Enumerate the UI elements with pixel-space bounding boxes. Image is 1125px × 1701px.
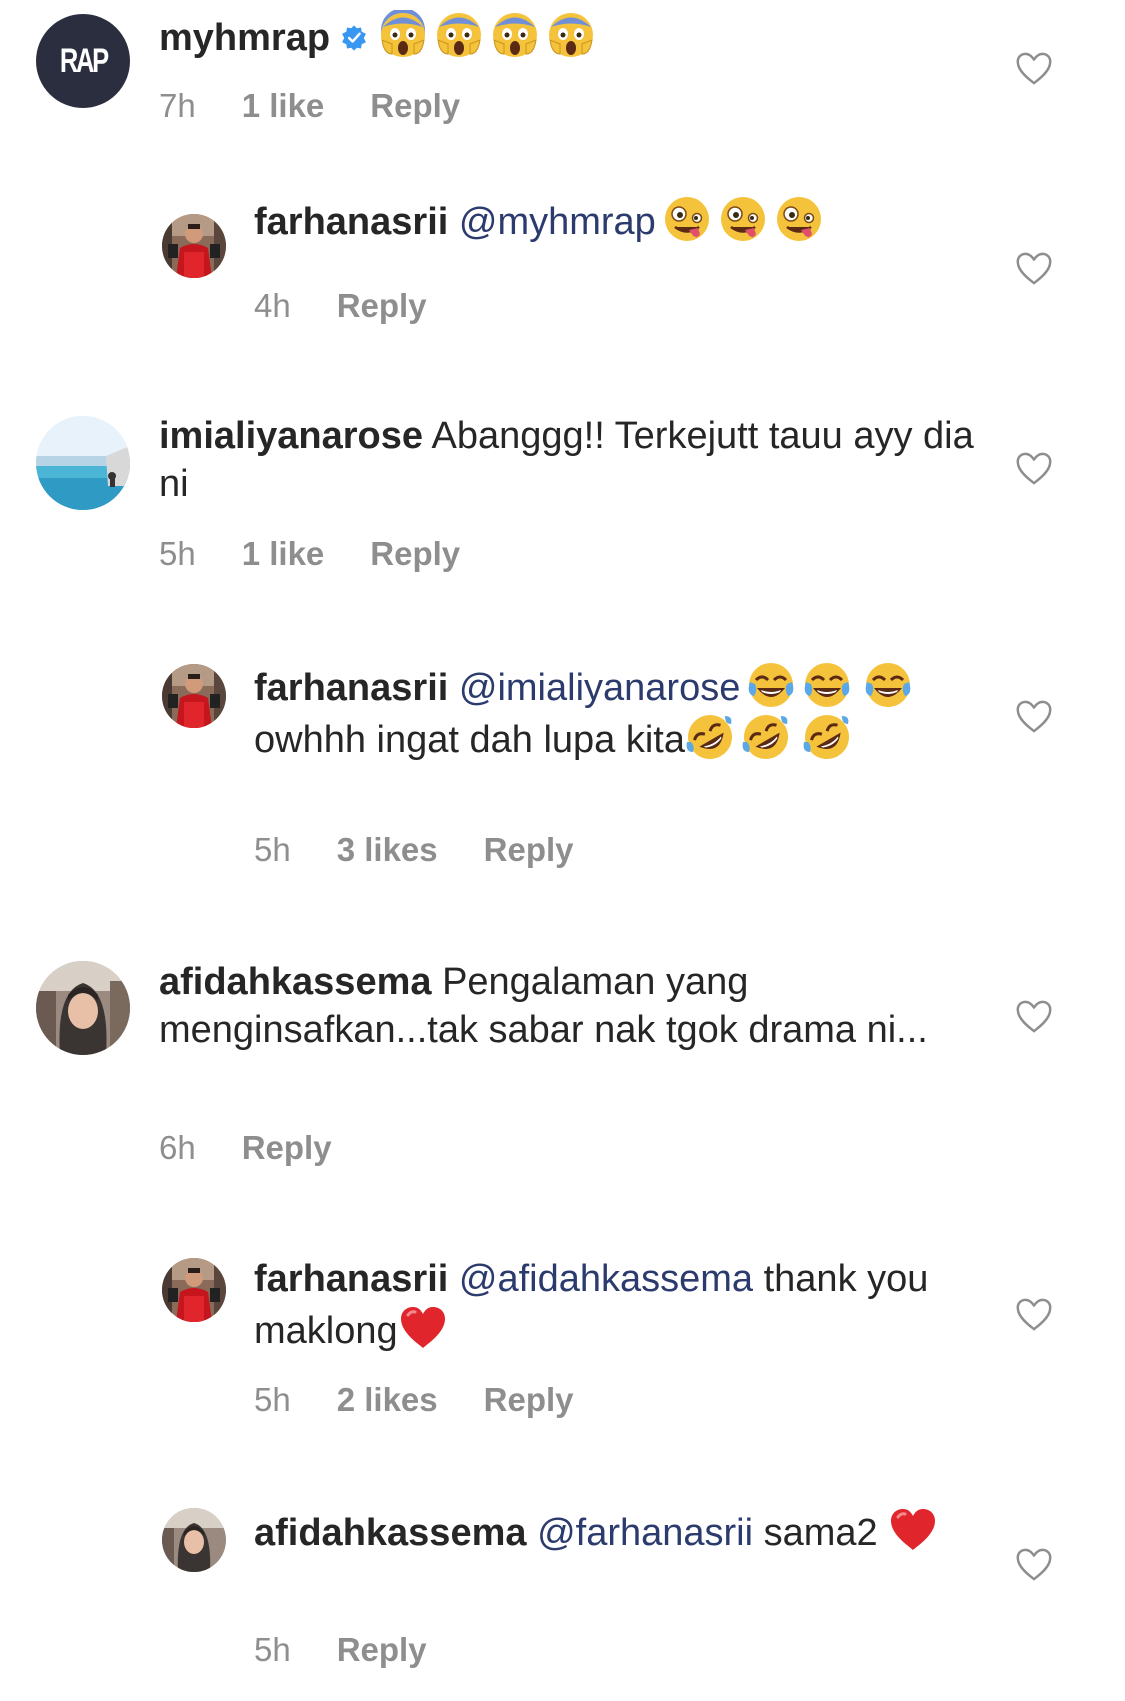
comment-text: owhhh ingat dah lupa kita bbox=[254, 719, 685, 761]
avatar[interactable] bbox=[162, 664, 226, 728]
timestamp: 5h bbox=[254, 831, 291, 868]
zany-face-emoji bbox=[718, 194, 768, 244]
scream-emoji bbox=[378, 10, 428, 60]
avatar-logo-text: RAP bbox=[59, 41, 108, 80]
reply-button[interactable]: Reply bbox=[484, 830, 574, 870]
rofl-emoji bbox=[802, 712, 852, 762]
username[interactable]: afidahkassema bbox=[159, 961, 432, 1003]
timestamp: 5h bbox=[159, 535, 196, 572]
timestamp: 4h bbox=[254, 287, 291, 324]
comment-text: sama2 bbox=[763, 1512, 878, 1554]
comment-body: farhanasrii @myhmrap bbox=[254, 194, 974, 246]
like-heart-icon[interactable] bbox=[1015, 52, 1053, 86]
like-heart-icon[interactable] bbox=[1015, 700, 1053, 734]
comment-meta: 5h 2 likes Reply bbox=[254, 1380, 620, 1420]
comment-body: afidahkassema @farhanasrii sama2 bbox=[254, 1505, 974, 1557]
scream-emoji bbox=[546, 10, 596, 60]
likes-count[interactable]: 2 likes bbox=[337, 1380, 438, 1420]
like-heart-icon[interactable] bbox=[1015, 252, 1053, 286]
comment-body: farhanasrii @afidahkassema thank you mak… bbox=[254, 1255, 974, 1355]
timestamp: 5h bbox=[254, 1381, 291, 1418]
comment-meta: 5h 3 likes Reply bbox=[254, 830, 620, 870]
reply-button[interactable]: Reply bbox=[484, 1380, 574, 1420]
avatar[interactable] bbox=[36, 961, 130, 1055]
mention-link[interactable]: @afidahkassema bbox=[459, 1258, 753, 1300]
reply-button[interactable]: Reply bbox=[337, 286, 427, 326]
likes-count[interactable]: 1 like bbox=[242, 534, 325, 574]
rofl-emoji bbox=[741, 712, 791, 762]
verified-badge-icon bbox=[340, 16, 368, 51]
username[interactable]: myhmrap bbox=[159, 17, 330, 59]
like-heart-icon[interactable] bbox=[1015, 452, 1053, 486]
comment-body: imialiyanarose Abanggg!! Terkejutt tauu … bbox=[159, 412, 979, 508]
scream-emoji bbox=[490, 10, 540, 60]
comment-meta: 5h 1 like Reply bbox=[159, 534, 506, 574]
scream-emoji bbox=[434, 10, 484, 60]
mention-link[interactable]: @myhmrap bbox=[459, 201, 656, 243]
username[interactable]: imialiyanarose bbox=[159, 415, 423, 457]
like-heart-icon[interactable] bbox=[1015, 1298, 1053, 1332]
likes-count[interactable]: 1 like bbox=[242, 86, 325, 126]
avatar[interactable] bbox=[162, 214, 226, 278]
joy-emoji bbox=[746, 660, 796, 710]
avatar[interactable] bbox=[36, 416, 130, 510]
red-heart-emoji bbox=[398, 1303, 448, 1353]
avatar[interactable] bbox=[162, 1258, 226, 1322]
comment-meta: 6h Reply bbox=[159, 1128, 378, 1168]
rofl-emoji bbox=[685, 712, 735, 762]
comment-meta: 4h Reply bbox=[254, 286, 473, 326]
reply-button[interactable]: Reply bbox=[370, 86, 460, 126]
timestamp: 6h bbox=[159, 1129, 196, 1166]
joy-emoji bbox=[802, 660, 852, 710]
username[interactable]: afidahkassema bbox=[254, 1512, 527, 1554]
timestamp: 5h bbox=[254, 1631, 291, 1668]
timestamp: 7h bbox=[159, 87, 196, 124]
reply-button[interactable]: Reply bbox=[242, 1128, 332, 1168]
red-heart-emoji bbox=[888, 1505, 938, 1555]
likes-count[interactable]: 3 likes bbox=[337, 830, 438, 870]
joy-emoji bbox=[863, 660, 913, 710]
username[interactable]: farhanasrii bbox=[254, 667, 448, 709]
comment-meta: 5h Reply bbox=[254, 1630, 473, 1670]
comment-body: farhanasrii @imialiyanarose owhhh ingat … bbox=[254, 660, 974, 764]
reply-button[interactable]: Reply bbox=[337, 1630, 427, 1670]
mention-link[interactable]: @imialiyanarose bbox=[459, 667, 740, 709]
username[interactable]: farhanasrii bbox=[254, 201, 448, 243]
username[interactable]: farhanasrii bbox=[254, 1258, 448, 1300]
comment-meta: 7h 1 like Reply bbox=[159, 86, 506, 126]
mention-link[interactable]: @farhanasrii bbox=[537, 1512, 753, 1554]
like-heart-icon[interactable] bbox=[1015, 1000, 1053, 1034]
like-heart-icon[interactable] bbox=[1015, 1548, 1053, 1582]
avatar[interactable]: RAP bbox=[36, 14, 130, 108]
zany-face-emoji bbox=[662, 194, 712, 244]
reply-button[interactable]: Reply bbox=[370, 534, 460, 574]
comment-body: afidahkassema Pengalaman yang menginsafk… bbox=[159, 958, 979, 1054]
comment-body: myhmrap bbox=[159, 10, 979, 62]
zany-face-emoji bbox=[774, 194, 824, 244]
avatar[interactable] bbox=[162, 1508, 226, 1572]
